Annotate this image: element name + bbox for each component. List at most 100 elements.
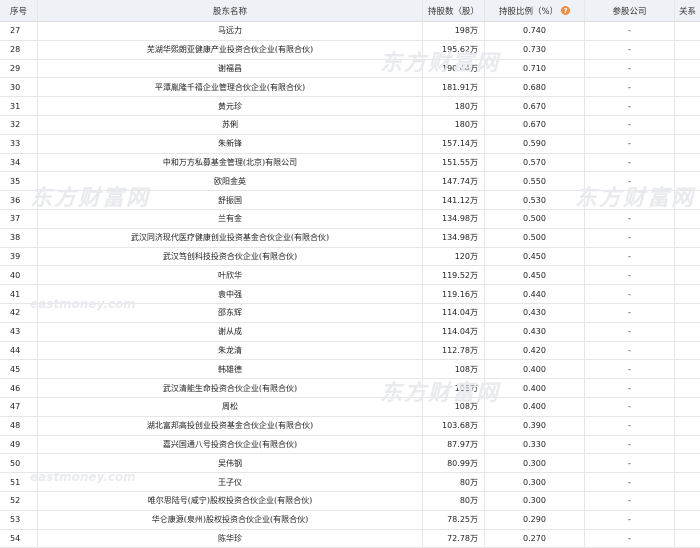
row-relation bbox=[675, 210, 700, 228]
row-relation bbox=[675, 379, 700, 397]
row-relation bbox=[675, 304, 700, 322]
row-shareholder-name: 朱新锋 bbox=[38, 134, 423, 153]
row-relation bbox=[675, 436, 700, 454]
table-row: 32 苏俐 180万 0.670- bbox=[0, 115, 700, 135]
row-relation bbox=[675, 191, 700, 209]
row-relation bbox=[675, 530, 700, 548]
row-index: 40 bbox=[0, 266, 38, 285]
table-row: 42 邵东辉 114.04万 0.430- bbox=[0, 303, 700, 323]
table-row: 43 谢从成 114.04万 0.430- bbox=[0, 322, 700, 342]
row-shares: 87.97万 bbox=[423, 435, 485, 454]
row-index: 41 bbox=[0, 285, 38, 303]
row-parent-company: - bbox=[585, 22, 675, 40]
table-row: 53 华仑康源(泉州)股权投资合伙企业(有限合伙) 78.25万 0.290- bbox=[0, 510, 700, 530]
row-shares: 195.62万 bbox=[423, 40, 485, 59]
row-shares: 190.44万 bbox=[423, 59, 485, 78]
row-parent-company: - bbox=[585, 78, 675, 97]
table-row: 33 朱新锋 157.14万 0.590- bbox=[0, 134, 700, 154]
row-parent-company: - bbox=[585, 341, 675, 360]
row-index: 51 bbox=[0, 473, 38, 491]
row-shares: 119.16万 bbox=[423, 285, 485, 303]
row-relation bbox=[675, 473, 700, 491]
row-shareholder-name: 袁中强 bbox=[38, 285, 423, 303]
row-shares: 112.78万 bbox=[423, 341, 485, 360]
row-parent-company: - bbox=[585, 416, 675, 435]
row-shareholder-name: 华仑康源(泉州)股权投资合伙企业(有限合伙) bbox=[38, 510, 423, 529]
table-row: 51 王子仪 80万 0.300- bbox=[0, 473, 700, 492]
row-relation bbox=[675, 398, 700, 416]
row-parent-company: - bbox=[585, 510, 675, 529]
row-parent-company: - bbox=[585, 285, 675, 303]
row-index: 35 bbox=[0, 172, 38, 191]
table-row: 50 吴伟钢 80.99万 0.300- bbox=[0, 454, 700, 474]
table-row: 41 袁中强 119.16万 0.440- bbox=[0, 285, 700, 304]
row-parent-company: - bbox=[585, 59, 675, 78]
row-shares: 181.91万 bbox=[423, 78, 485, 97]
row-parent-company: - bbox=[585, 172, 675, 191]
header-index: 序号 bbox=[0, 0, 38, 21]
row-index: 50 bbox=[0, 454, 38, 473]
row-ratio: 0.670 bbox=[485, 115, 585, 134]
row-relation bbox=[675, 417, 700, 435]
row-parent-company: - bbox=[585, 266, 675, 285]
row-relation bbox=[675, 172, 700, 190]
row-parent-company: - bbox=[585, 379, 675, 397]
row-shareholder-name: 武汉笃创科技投资合伙企业(有限合伙) bbox=[38, 247, 423, 266]
row-index: 52 bbox=[0, 491, 38, 510]
row-shares: 114.04万 bbox=[423, 303, 485, 322]
row-index: 27 bbox=[0, 22, 38, 40]
row-relation bbox=[675, 323, 700, 341]
table-row: 49 嘉兴国通八号投资合伙企业(有限合伙) 87.97万 0.330- bbox=[0, 435, 700, 455]
row-shares: 78.25万 bbox=[423, 510, 485, 529]
row-shareholder-name: 吴伟钢 bbox=[38, 454, 423, 473]
header-ratio-label: 持股比例（%） bbox=[498, 6, 559, 17]
row-ratio: 0.300 bbox=[485, 454, 585, 473]
table-row: 46 武汉清能生命投资合伙企业(有限合伙) 108万 0.400- bbox=[0, 379, 700, 398]
row-relation bbox=[675, 60, 700, 78]
row-relation bbox=[675, 342, 700, 360]
row-shareholder-name: 湖北富邦高投创业投资基金合伙企业(有限合伙) bbox=[38, 416, 423, 435]
header-relation: 关系 bbox=[679, 6, 697, 17]
row-shares: 120万 bbox=[423, 247, 485, 266]
row-index: 31 bbox=[0, 97, 38, 115]
row-shares: 147.74万 bbox=[423, 172, 485, 191]
row-relation bbox=[675, 41, 700, 59]
row-ratio: 0.450 bbox=[485, 266, 585, 285]
row-shareholder-name: 芜湖华熙朗亚健康产业投资合伙企业(有限合伙) bbox=[38, 40, 423, 59]
row-index: 37 bbox=[0, 209, 38, 228]
row-ratio: 0.740 bbox=[485, 22, 585, 40]
row-relation bbox=[675, 97, 700, 115]
row-ratio: 0.710 bbox=[485, 59, 585, 78]
row-relation bbox=[675, 135, 700, 153]
row-parent-company: - bbox=[585, 97, 675, 115]
row-index: 36 bbox=[0, 191, 38, 209]
row-index: 29 bbox=[0, 59, 38, 78]
row-relation bbox=[675, 492, 700, 510]
table-row: 39 武汉笃创科技投资合伙企业(有限合伙) 120万 0.450- bbox=[0, 247, 700, 267]
row-parent-company: - bbox=[585, 303, 675, 322]
row-shares: 72.78万 bbox=[423, 529, 485, 548]
row-parent-company: - bbox=[585, 322, 675, 341]
row-relation bbox=[675, 154, 700, 172]
row-relation bbox=[675, 454, 700, 472]
row-index: 54 bbox=[0, 529, 38, 548]
table-row: 29 谢福昌 190.44万 0.710- bbox=[0, 59, 700, 79]
row-shares: 134.98万 bbox=[423, 209, 485, 228]
row-shareholder-name: 唯尔思陆号(咸宁)股权投资合伙企业(有限合伙) bbox=[38, 491, 423, 510]
row-parent-company: - bbox=[585, 435, 675, 454]
table-row: 37 兰有金 134.98万 0.500- bbox=[0, 209, 700, 229]
row-relation bbox=[675, 248, 700, 266]
row-ratio: 0.500 bbox=[485, 209, 585, 228]
table-row: 44 朱龙清 112.78万 0.420- bbox=[0, 341, 700, 361]
row-shareholder-name: 朱龙清 bbox=[38, 341, 423, 360]
row-index: 38 bbox=[0, 228, 38, 247]
row-ratio: 0.330 bbox=[485, 435, 585, 454]
row-shares: 141.12万 bbox=[423, 191, 485, 209]
help-icon[interactable]: ? bbox=[561, 6, 571, 15]
row-parent-company: - bbox=[585, 134, 675, 153]
row-index: 42 bbox=[0, 303, 38, 322]
row-index: 33 bbox=[0, 134, 38, 153]
row-shares: 103.68万 bbox=[423, 416, 485, 435]
row-shareholder-name: 苏俐 bbox=[38, 115, 423, 134]
row-ratio: 0.730 bbox=[485, 40, 585, 59]
